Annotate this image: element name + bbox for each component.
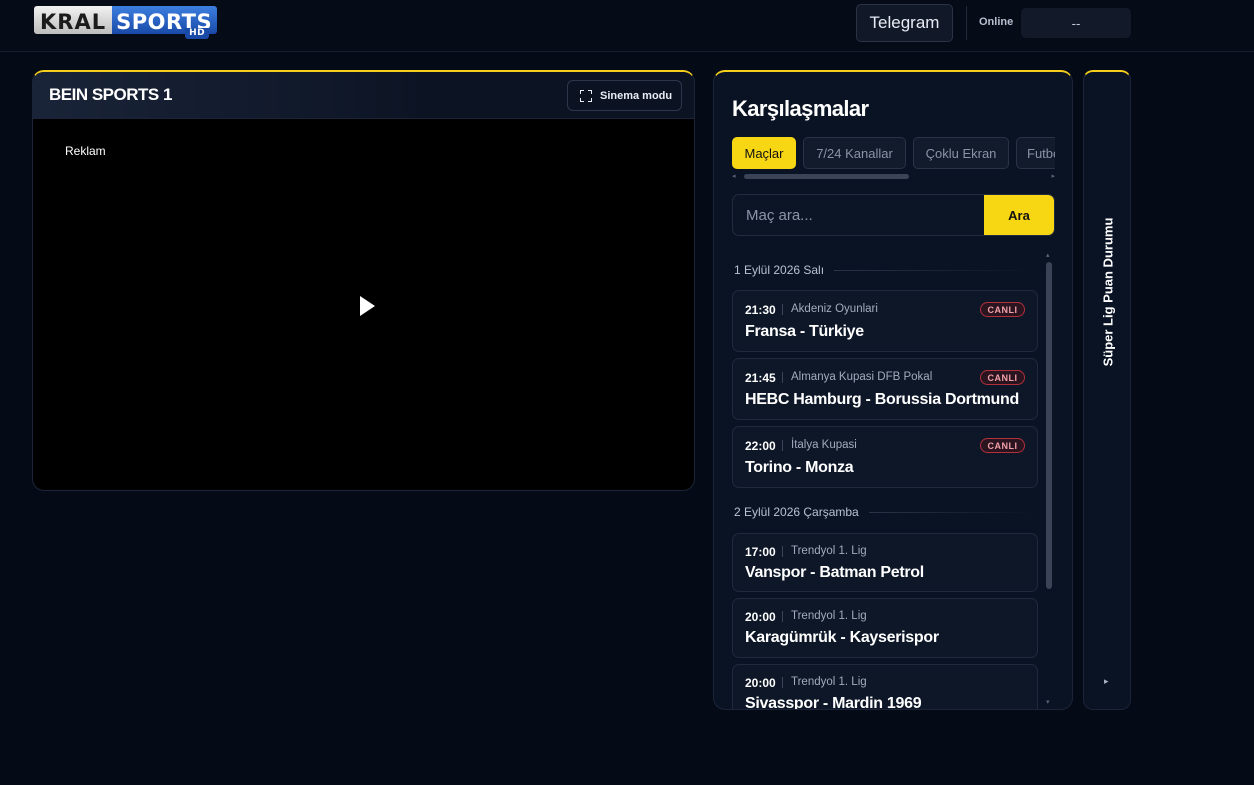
match-time: 20:00	[745, 676, 776, 690]
tab-futbol[interactable]: Futbol	[1016, 137, 1055, 169]
cinema-mode-label: Sinema modu	[600, 89, 673, 102]
play-icon[interactable]	[360, 296, 375, 316]
expand-icon	[580, 89, 592, 102]
date-label: 1 Eylül 2026 Salı	[734, 263, 825, 277]
standings-panel-toggle[interactable]: Süper Lig Puan Durumu ▸	[1083, 70, 1131, 710]
match-search: Ara	[732, 194, 1055, 236]
match-card[interactable]: 20:00 Trendyol 1. Lig Karagümrük - Kayse…	[732, 598, 1038, 658]
match-league: Trendyol 1. Lig	[791, 545, 867, 557]
date-separator: 2 Eylül 2026 Çarşamba	[734, 505, 1034, 519]
online-count: --	[1021, 8, 1131, 38]
match-search-input[interactable]	[733, 195, 985, 235]
match-teams: Karagümrük - Kayserispor	[745, 629, 939, 646]
scroll-up-icon[interactable]: ▴	[1046, 252, 1050, 260]
ad-label: Reklam	[65, 144, 106, 158]
live-badge: CANLI	[980, 370, 1025, 385]
match-card[interactable]: 21:45 Almanya Kupasi DFB Pokal CANLI HEB…	[732, 358, 1038, 420]
tabs-scroll-thumb[interactable]	[744, 174, 909, 179]
standings-label: Süper Lig Puan Durumu	[1100, 217, 1116, 367]
match-league: Akdeniz Oyunlari	[791, 303, 878, 315]
match-time: 21:45	[745, 371, 776, 385]
scroll-right-icon[interactable]: ▸	[1051, 173, 1055, 181]
match-card[interactable]: 21:30 Akdeniz Oyunlari CANLI Fransa - Tü…	[732, 290, 1038, 352]
video-player[interactable]: BEIN SPORTS 1 Sinema modu Reklam	[32, 70, 695, 491]
player-header: BEIN SPORTS 1 Sinema modu	[33, 72, 694, 119]
match-card[interactable]: 20:00 Trendyol 1. Lig Sivasspor - Mardin…	[732, 664, 1038, 710]
scroll-down-icon[interactable]: ▾	[1046, 699, 1050, 707]
match-league: Trendyol 1. Lig	[791, 610, 867, 622]
match-time: 21:30	[745, 303, 776, 317]
date-separator: 1 Eylül 2026 Salı	[734, 263, 1034, 277]
scroll-left-icon[interactable]: ◂	[732, 173, 736, 181]
tab-coklu-ekran[interactable]: Çoklu Ekran	[913, 137, 1009, 169]
matches-title: Karşılaşmalar	[732, 96, 869, 121]
header-divider	[966, 6, 967, 40]
match-teams: Fransa - Türkiye	[745, 323, 864, 340]
site-logo[interactable]: KRAL SPORTS HD	[34, 6, 218, 40]
channel-title: BEIN SPORTS 1	[49, 85, 172, 104]
match-time: 20:00	[745, 610, 776, 624]
match-card[interactable]: 22:00 İtalya Kupasi CANLI Torino - Monza	[732, 426, 1038, 488]
match-teams: HEBC Hamburg - Borussia Dortmund	[745, 391, 1019, 408]
match-time: 17:00	[745, 545, 776, 559]
cinema-mode-button[interactable]: Sinema modu	[567, 80, 682, 111]
telegram-button[interactable]: Telegram	[856, 4, 953, 42]
date-label: 2 Eylül 2026 Çarşamba	[734, 505, 859, 519]
matches-panel: Karşılaşmalar Maçlar 7/24 Kanallar Çoklu…	[713, 70, 1073, 710]
match-card[interactable]: 17:00 Trendyol 1. Lig Vanspor - Batman P…	[732, 533, 1038, 592]
match-list-scroll-thumb[interactable]	[1046, 262, 1052, 589]
match-teams: Vanspor - Batman Petrol	[745, 564, 924, 581]
top-header: KRAL SPORTS HD Telegram Online --	[0, 0, 1254, 52]
match-league: İtalya Kupasi	[791, 439, 857, 451]
logo-hd-badge: HD	[185, 28, 210, 39]
match-teams: Torino - Monza	[745, 459, 854, 476]
online-label: Online	[979, 16, 1014, 28]
category-tabs: Maçlar 7/24 Kanallar Çoklu Ekran Futbol	[732, 137, 1055, 171]
match-list: 1 Eylül 2026 Salı 21:30 Akdeniz Oyunlari…	[732, 252, 1044, 710]
logo-sports-text: SPORTS HD	[112, 6, 218, 39]
live-badge: CANLI	[980, 438, 1025, 453]
search-button[interactable]: Ara	[984, 195, 1054, 235]
expand-arrow-icon[interactable]: ▸	[1104, 676, 1109, 687]
tabs-scrollbar[interactable]: ◂ ▸	[732, 173, 1055, 181]
match-time: 22:00	[745, 439, 776, 453]
logo-kral-text: KRAL	[34, 6, 113, 34]
tab-7-24-kanallar[interactable]: 7/24 Kanallar	[803, 137, 906, 169]
match-league: Trendyol 1. Lig	[791, 676, 867, 688]
tab-maclar[interactable]: Maçlar	[732, 137, 796, 169]
match-list-scrollbar[interactable]: ▴ ▾	[1045, 252, 1053, 707]
match-league: Almanya Kupasi DFB Pokal	[791, 371, 933, 383]
live-badge: CANLI	[980, 302, 1025, 317]
match-teams: Sivasspor - Mardin 1969	[745, 695, 922, 710]
